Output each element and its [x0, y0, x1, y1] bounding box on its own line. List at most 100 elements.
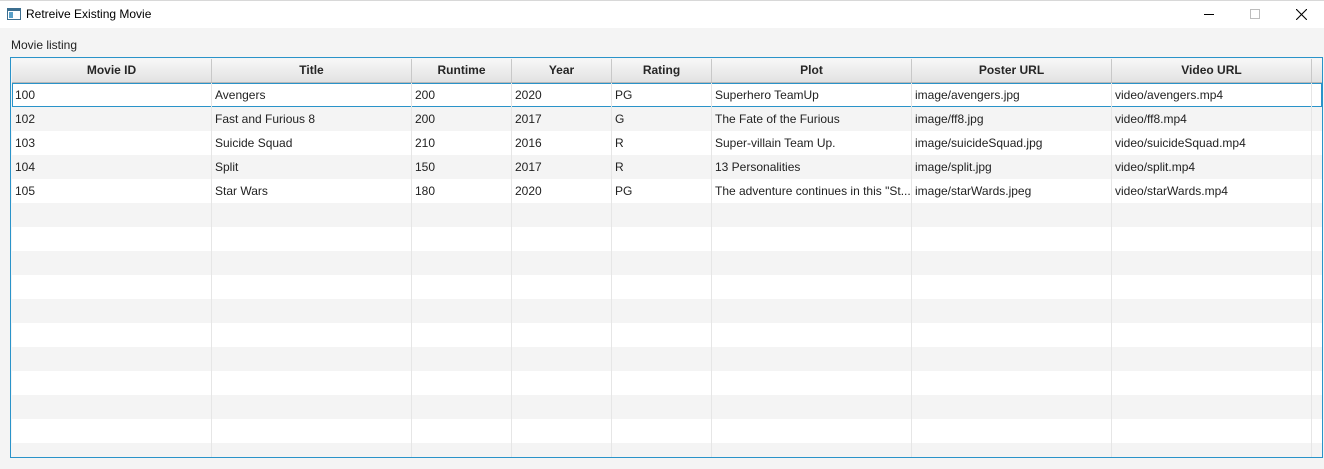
empty-cell — [412, 323, 512, 347]
empty-cell — [212, 251, 412, 275]
empty-table-row — [12, 395, 1322, 419]
empty-cell — [412, 227, 512, 251]
empty-cell — [612, 275, 712, 299]
empty-cell — [412, 275, 512, 299]
table-body: 100 Avengers 200 2020 PG Superhero TeamUp imag… — [12, 83, 1322, 457]
cell-title: Avengers — [212, 83, 412, 107]
cell-title: Fast and Furious 8 — [212, 107, 412, 131]
empty-cell — [212, 227, 412, 251]
close-button[interactable] — [1278, 1, 1324, 28]
empty-cell — [12, 227, 212, 251]
column-header-title[interactable]: Title — [212, 59, 412, 82]
cell-year: 2016 — [512, 131, 612, 155]
movie-listing-label: Movie listing — [11, 38, 78, 52]
maximize-button[interactable] — [1232, 1, 1278, 28]
table-row[interactable]: 105 Star Wars 180 2020 PG The adventure conti… — [12, 179, 1322, 203]
empty-cell — [512, 371, 612, 395]
cell-poster-url: image/suicideSquad.jpg — [912, 131, 1112, 155]
empty-cell — [12, 275, 212, 299]
cell-runtime: 150 — [412, 155, 512, 179]
minimize-button[interactable] — [1186, 1, 1232, 28]
empty-cell — [412, 371, 512, 395]
column-header-video-url[interactable]: Video URL — [1112, 59, 1312, 82]
empty-cell — [912, 227, 1112, 251]
empty-cell — [712, 323, 912, 347]
empty-cell — [212, 395, 412, 419]
empty-cell — [1112, 323, 1312, 347]
cell-plot: Superhero TeamUp — [712, 83, 912, 107]
cell-movie-id: 100 — [12, 83, 212, 107]
cell-rating: PG — [612, 179, 712, 203]
cell-movie-id: 105 — [12, 179, 212, 203]
cell-plot: The adventure continues in this "St... — [712, 179, 912, 203]
empty-cell — [912, 203, 1112, 227]
empty-cell — [712, 347, 912, 371]
empty-cell — [612, 443, 712, 457]
empty-cell — [512, 347, 612, 371]
empty-cell — [412, 251, 512, 275]
column-header-runtime[interactable]: Runtime — [412, 59, 512, 82]
empty-cell — [212, 299, 412, 323]
empty-table-row — [12, 299, 1322, 323]
movie-table[interactable]: Movie ID Title Runtime Year Rating Plot … — [10, 57, 1323, 458]
empty-cell — [712, 251, 912, 275]
window-titlebar: Retreive Existing Movie — [0, 0, 1324, 28]
empty-cell — [912, 347, 1112, 371]
empty-cell — [412, 203, 512, 227]
empty-cell — [612, 203, 712, 227]
empty-cell — [512, 299, 612, 323]
empty-cell — [12, 395, 212, 419]
empty-table-row — [12, 227, 1322, 251]
cell-plot: 13 Personalities — [712, 155, 912, 179]
empty-cell — [412, 395, 512, 419]
cell-runtime: 210 — [412, 131, 512, 155]
empty-cell — [512, 227, 612, 251]
empty-cell — [912, 419, 1112, 443]
empty-cell — [612, 227, 712, 251]
window-title: Retreive Existing Movie — [26, 7, 152, 21]
cell-video-url: video/ff8.mp4 — [1112, 107, 1312, 131]
cell-poster-url: image/ff8.jpg — [912, 107, 1112, 131]
table-row[interactable]: 104 Split 150 2017 R 13 Personalities image/sp… — [12, 155, 1322, 179]
empty-cell — [1112, 203, 1312, 227]
column-header-year[interactable]: Year — [512, 59, 612, 82]
empty-table-row — [12, 203, 1322, 227]
cell-movie-id: 103 — [12, 131, 212, 155]
cell-year: 2017 — [512, 155, 612, 179]
empty-cell — [412, 419, 512, 443]
empty-cell — [712, 275, 912, 299]
empty-cell — [1112, 395, 1312, 419]
cell-year: 2020 — [512, 83, 612, 107]
cell-year: 2020 — [512, 179, 612, 203]
table-row[interactable]: 103 Suicide Squad 210 2016 R Super-villain Te… — [12, 131, 1322, 155]
empty-cell — [712, 203, 912, 227]
empty-cell — [212, 275, 412, 299]
column-header-plot[interactable]: Plot — [712, 59, 912, 82]
empty-cell — [512, 395, 612, 419]
empty-cell — [912, 443, 1112, 457]
empty-cell — [1112, 227, 1312, 251]
cell-movie-id: 104 — [12, 155, 212, 179]
cell-rating: R — [612, 131, 712, 155]
empty-cell — [1112, 275, 1312, 299]
cell-rating: PG — [612, 83, 712, 107]
minimize-icon — [1204, 14, 1214, 15]
column-header-poster-url[interactable]: Poster URL — [912, 59, 1112, 82]
cell-runtime: 180 — [412, 179, 512, 203]
cell-title: Star Wars — [212, 179, 412, 203]
table-row[interactable]: 100 Avengers 200 2020 PG Superhero TeamUp imag… — [12, 83, 1322, 107]
empty-table-row — [12, 347, 1322, 371]
empty-cell — [912, 323, 1112, 347]
empty-cell — [512, 443, 612, 457]
empty-cell — [212, 347, 412, 371]
close-icon — [1296, 9, 1307, 20]
empty-cell — [412, 347, 512, 371]
column-header-movie-id[interactable]: Movie ID — [12, 59, 212, 82]
empty-table-row — [12, 275, 1322, 299]
column-header-rating[interactable]: Rating — [612, 59, 712, 82]
empty-cell — [712, 419, 912, 443]
empty-cell — [612, 419, 712, 443]
empty-cell — [712, 443, 912, 457]
table-row[interactable]: 102 Fast and Furious 8 200 2017 G The Fate of… — [12, 107, 1322, 131]
empty-cell — [612, 371, 712, 395]
